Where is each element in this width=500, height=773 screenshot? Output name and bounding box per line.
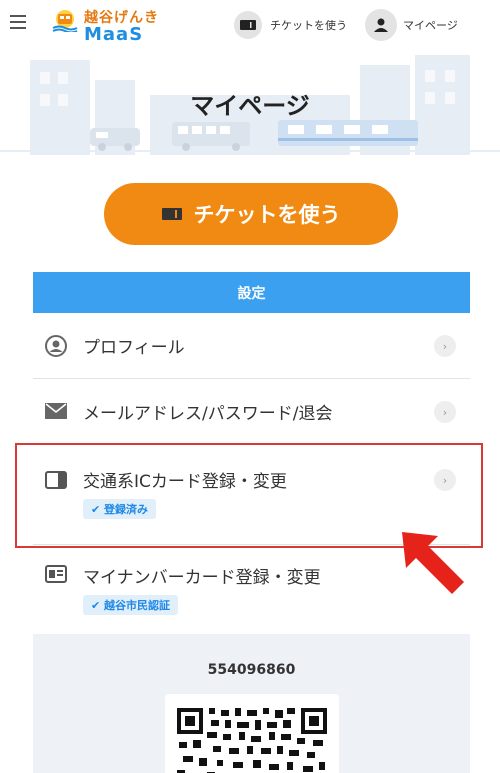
bus-logo-icon — [52, 10, 78, 32]
user-icon — [45, 335, 67, 357]
member-id: 554096860 — [207, 662, 296, 678]
settings-item-label: マイナンバーカード登録・変更 — [83, 568, 321, 588]
header-mypage-link[interactable]: マイページ — [365, 9, 458, 41]
citizen-verified-badge: ✔ 越谷市民認証 — [83, 595, 179, 615]
member-qr-section: 554096860 — [33, 634, 470, 773]
qr-card — [165, 694, 339, 773]
id-card-icon — [45, 565, 67, 583]
settings-item-label: メールアドレス/パスワード/退会 — [83, 404, 333, 424]
app-header: 越谷げんき MaaS チケットを使う マイページ — [0, 0, 500, 50]
chevron-right-icon: › — [434, 469, 456, 491]
chevron-right-icon: › — [434, 401, 456, 423]
settings-item-email-password[interactable]: メールアドレス/パスワード/退会 › — [33, 379, 470, 445]
qr-code — [177, 708, 327, 773]
chevron-right-icon: › — [434, 335, 456, 357]
app-logo[interactable]: 越谷げんき MaaS — [48, 6, 198, 45]
settings-section-header: 設定 — [33, 272, 470, 313]
person-icon — [365, 9, 397, 41]
ticket-icon — [234, 11, 262, 39]
logo-text-bottom: MaaS — [84, 24, 144, 45]
settings-item-label: 交通系ICカード登録・変更 — [83, 472, 287, 492]
header-ticket-link[interactable]: チケットを使う — [234, 11, 347, 39]
header-ticket-label: チケットを使う — [270, 19, 347, 32]
registered-badge: ✔ 登録済み — [83, 499, 157, 519]
mail-icon — [45, 403, 67, 419]
use-ticket-label: チケットを使う — [193, 203, 341, 227]
page-title: マイページ — [190, 92, 310, 120]
ticket-icon — [161, 207, 182, 221]
settings-title: 設定 — [237, 285, 266, 302]
settings-item-label: プロフィール — [83, 338, 185, 358]
hamburger-menu-icon[interactable] — [10, 15, 26, 31]
train-illustration — [278, 120, 418, 146]
red-arrow-icon — [402, 532, 464, 594]
header-mypage-label: マイページ — [403, 19, 458, 32]
settings-item-profile[interactable]: プロフィール › — [33, 313, 470, 379]
ic-card-icon — [45, 471, 67, 489]
page-banner: マイページ — [0, 50, 500, 160]
use-ticket-button[interactable]: チケットを使う — [104, 183, 398, 245]
